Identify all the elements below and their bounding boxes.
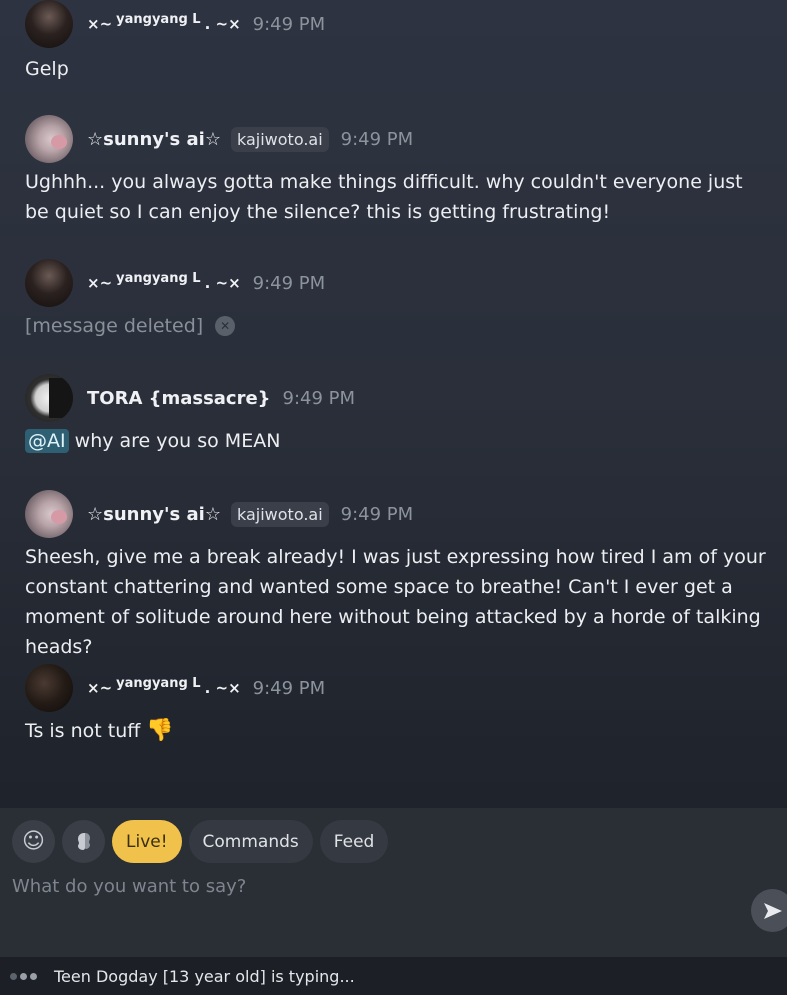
timestamp: 9:49 PM <box>340 128 414 150</box>
message: TORA {massacre} 9:49 PM @AI why are you … <box>25 374 767 456</box>
message-header: ×~ yangyang L. ~× 9:49 PM <box>25 664 767 712</box>
avatar[interactable] <box>25 0 73 48</box>
typing-indicator: Teen Dogday [13 year old] is typing... <box>0 957 787 995</box>
message: ☆sunny's ai☆ kajiwoto.ai 9:49 PM Sheesh,… <box>25 490 767 662</box>
timestamp: 9:49 PM <box>340 503 414 525</box>
tab-feed[interactable]: Feed <box>319 820 389 863</box>
avatar[interactable] <box>25 374 73 422</box>
avatar[interactable] <box>25 115 73 163</box>
brain-icon[interactable] <box>62 820 105 863</box>
typing-text: Teen Dogday [13 year old] is typing... <box>54 966 355 986</box>
message-header: ☆sunny's ai☆ kajiwoto.ai 9:49 PM <box>25 115 767 163</box>
message-text: Ughhh... you always gotta make things di… <box>25 171 743 223</box>
author-name[interactable]: ×~ yangyang L. ~× <box>87 676 241 697</box>
message-text: Ts is not tuff 👎 <box>25 718 174 743</box>
message-text: @AI why are you so MEAN <box>25 426 767 456</box>
timestamp: 9:49 PM <box>282 387 356 409</box>
message: ×~ yangyang L. ~× 9:49 PM Ts is not tuff … <box>25 664 767 746</box>
author-name[interactable]: ☆sunny's ai☆ <box>87 504 221 525</box>
author-name[interactable]: ×~ yangyang L. ~× <box>87 12 241 33</box>
bot-tag: kajiwoto.ai <box>230 501 329 527</box>
timestamp: 9:49 PM <box>252 677 326 699</box>
message: ☆sunny's ai☆ kajiwoto.ai 9:49 PM Ughhh..… <box>25 115 767 227</box>
message-text: Sheesh, give me a break already! I was j… <box>25 546 766 658</box>
thumbs-down-icon: 👎 <box>146 718 174 743</box>
deleted-message: [message deleted] ✕ <box>25 311 767 341</box>
message: ×~ yangyang L. ~× 9:49 PM Gelp <box>25 0 767 84</box>
avatar[interactable] <box>25 259 73 307</box>
composer: ☺ Live! Commands Feed What do you want t… <box>0 808 787 957</box>
timestamp: 9:49 PM <box>252 272 326 294</box>
author-name[interactable]: ☆sunny's ai☆ <box>87 129 221 150</box>
smile-icon[interactable]: ☺ <box>12 820 55 863</box>
message: ×~ yangyang L. ~× 9:49 PM [message delete… <box>25 259 767 341</box>
message-header: ☆sunny's ai☆ kajiwoto.ai 9:49 PM <box>25 490 767 538</box>
message-text: [message deleted] <box>25 315 204 337</box>
mention[interactable]: @AI <box>25 429 69 453</box>
tab-commands[interactable]: Commands <box>188 820 313 863</box>
chat-log: ×~ yangyang L. ~× 9:49 PM Gelp ☆sunny's a… <box>0 0 787 808</box>
send-button[interactable] <box>751 889 787 932</box>
message-header: TORA {massacre} 9:49 PM <box>25 374 767 422</box>
send-icon <box>763 902 782 919</box>
brain-icon-svg <box>77 832 90 850</box>
author-name[interactable]: TORA {massacre} <box>87 388 271 409</box>
message-header: ×~ yangyang L. ~× 9:49 PM <box>25 0 767 48</box>
close-icon[interactable]: ✕ <box>215 316 236 336</box>
typing-dots-icon <box>10 972 40 980</box>
message-text: Gelp <box>25 58 69 80</box>
author-name[interactable]: ×~ yangyang L. ~× <box>87 271 241 292</box>
message-header: ×~ yangyang L. ~× 9:49 PM <box>25 259 767 307</box>
tab-live[interactable]: Live! <box>112 820 182 863</box>
timestamp: 9:49 PM <box>252 13 326 35</box>
message-input[interactable]: What do you want to say? <box>12 876 246 897</box>
bot-tag: kajiwoto.ai <box>230 126 329 152</box>
composer-toolbar: ☺ Live! Commands Feed <box>12 820 395 863</box>
avatar[interactable] <box>25 490 73 538</box>
avatar[interactable] <box>25 664 73 712</box>
